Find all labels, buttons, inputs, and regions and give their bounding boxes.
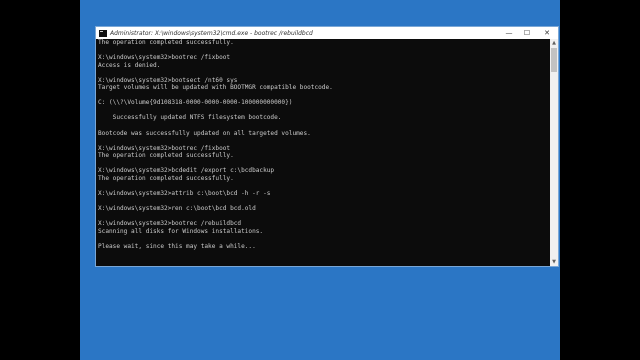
console-line: Successfully updated NTFS filesystem boo…	[98, 114, 282, 122]
cmd-window[interactable]: Administrator: X:\windows\system32\cmd.e…	[95, 26, 559, 267]
console-line: Please wait, since this may take a while…	[98, 242, 256, 250]
console-line: Access is denied.	[98, 61, 161, 69]
console-output[interactable]: The operation completed successfully. X:\…	[96, 39, 550, 266]
console-line: X:\windows\system32>bootsect /nt60 sys	[98, 76, 238, 84]
console-line: Scanning all disks for Windows installat…	[98, 227, 264, 235]
minimize-button[interactable]: —	[500, 27, 518, 39]
letterbox-right	[560, 0, 640, 360]
console-line: X:\windows\system32>bootrec /rebuildbcd	[98, 220, 242, 228]
console-line: X:\windows\system32>bcdedit /export c:\b…	[98, 167, 275, 175]
console-line: The operation completed successfully.	[98, 152, 234, 160]
console-line: X:\windows\system32>ren c:\boot\bcd bcd.…	[98, 205, 256, 213]
vertical-scrollbar[interactable]: ▲ ▼	[550, 39, 558, 266]
console-line: Bootcode was successfully updated on all…	[98, 129, 311, 137]
console-line: X:\windows\system32>bootrec /fixboot	[98, 54, 231, 62]
scrollbar-thumb[interactable]	[551, 48, 557, 72]
console-line: X:\windows\system32>attrib c:\boot\bcd -…	[98, 189, 271, 197]
close-button[interactable]: ✕	[536, 27, 558, 39]
console-line: C: (\\?\Volume{9d108318-0000-0000-0000-1…	[98, 99, 293, 107]
window-title: Administrator: X:\windows\system32\cmd.e…	[110, 29, 313, 37]
console-line: X:\windows\system32>bootrec /fixboot	[98, 144, 231, 152]
cmd-icon	[99, 29, 107, 37]
console-line: The operation completed successfully.	[98, 174, 234, 182]
console-line: The operation completed successfully.	[98, 39, 234, 46]
title-bar[interactable]: Administrator: X:\windows\system32\cmd.e…	[96, 27, 558, 39]
scroll-up-icon[interactable]: ▲	[550, 39, 558, 47]
maximize-button[interactable]: ☐	[518, 27, 536, 39]
window-controls: — ☐ ✕	[500, 27, 558, 39]
letterbox-left	[0, 0, 80, 360]
console-line: Target volumes will be updated with BOOT…	[98, 84, 333, 92]
scroll-down-icon[interactable]: ▼	[550, 258, 558, 266]
